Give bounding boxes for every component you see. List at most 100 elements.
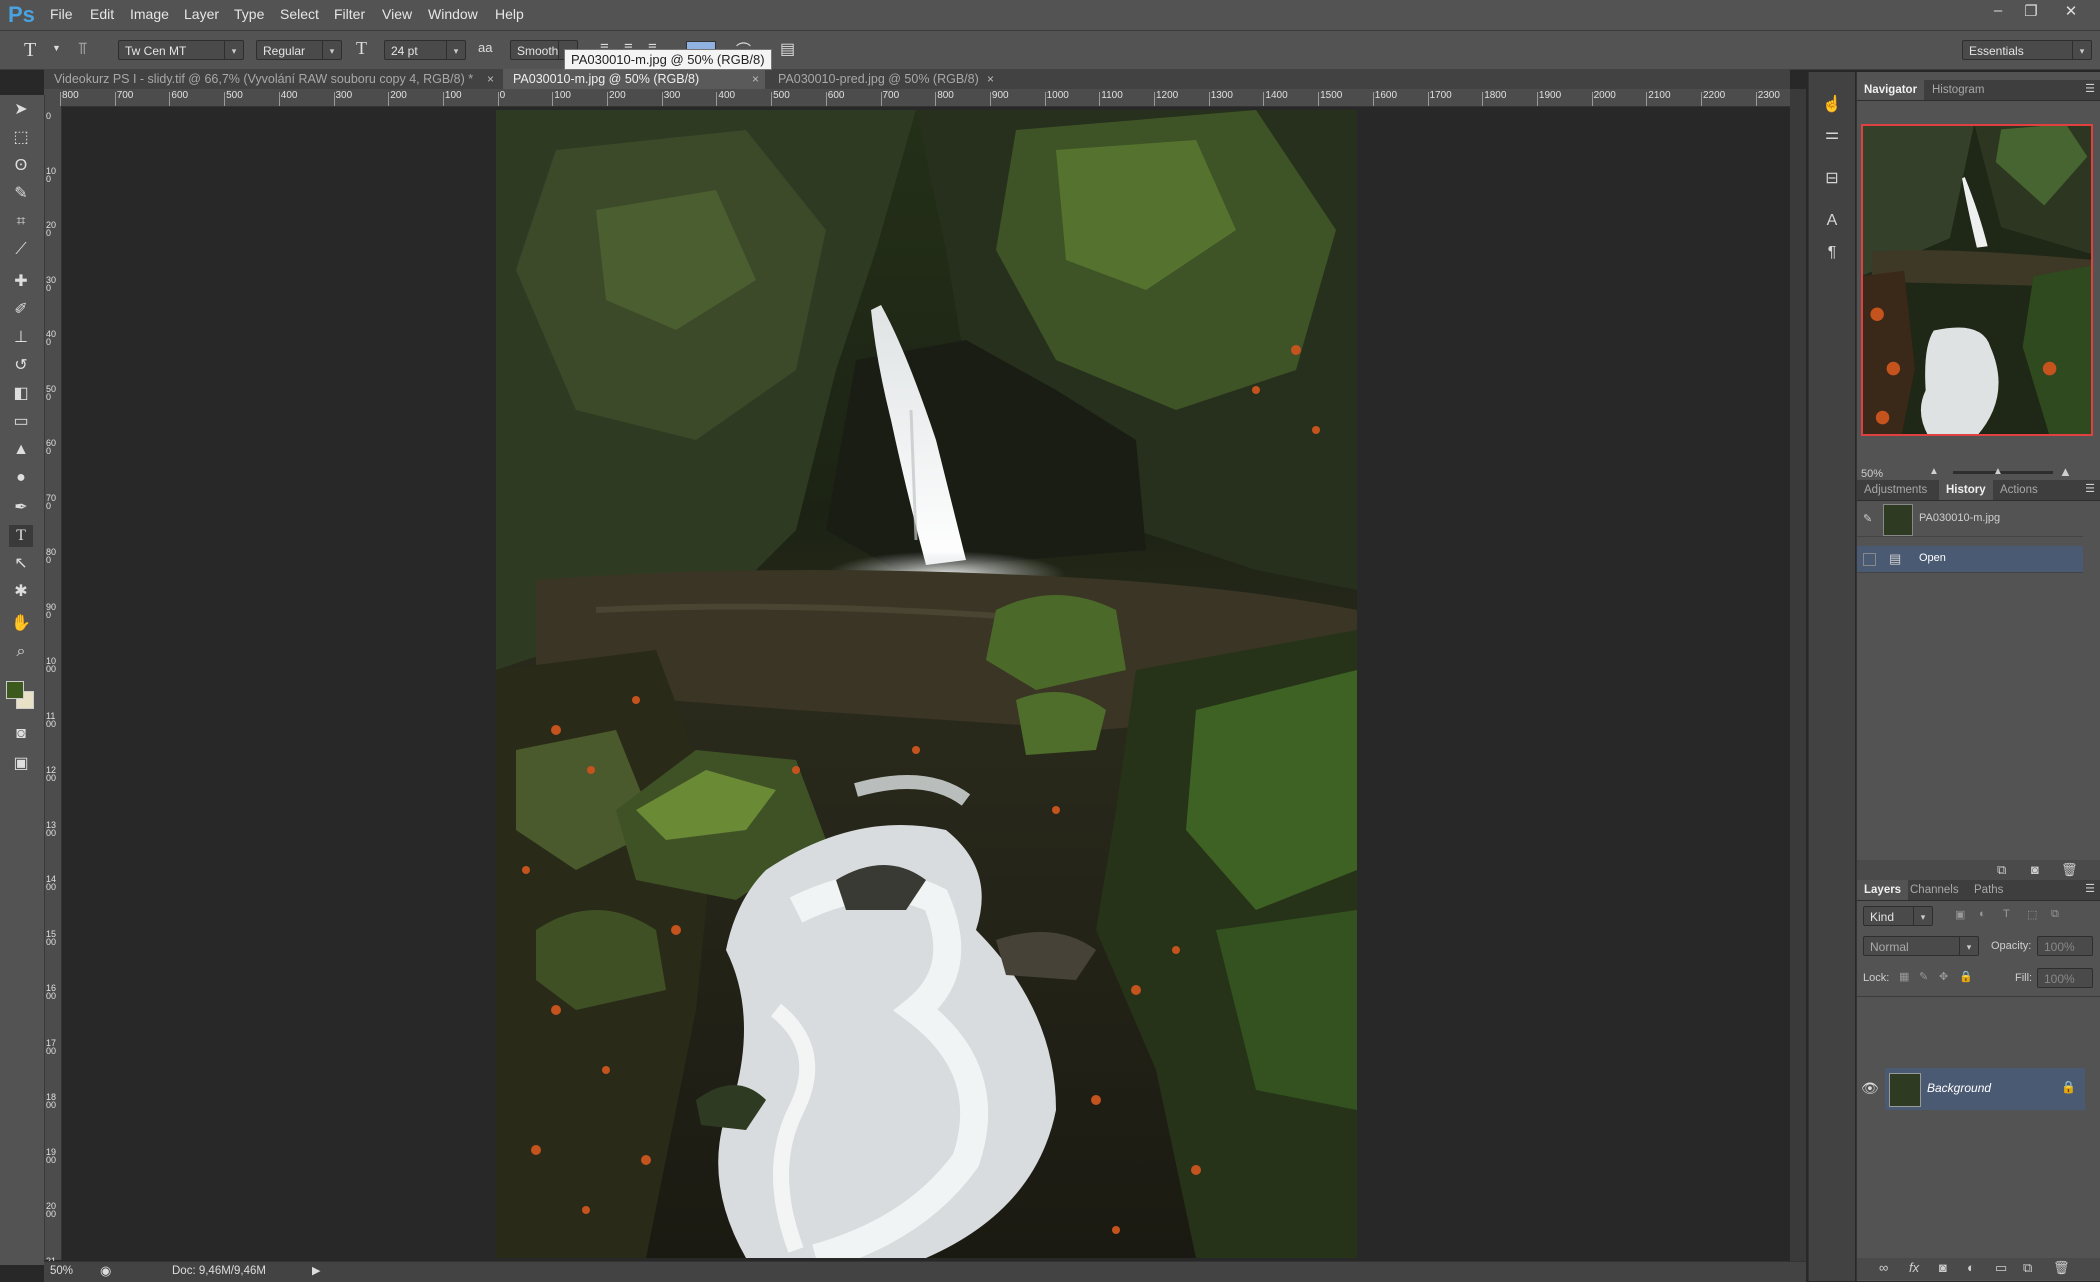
zoom-in-icon[interactable]: ▲ xyxy=(2059,464,2072,479)
fill-input[interactable]: 100% xyxy=(2037,968,2093,988)
clone-stamp-tool-icon[interactable]: ⊥ xyxy=(9,327,33,349)
tab-histogram[interactable]: Histogram xyxy=(1925,80,1991,100)
link-layers-icon[interactable]: ∞ xyxy=(1879,1260,1888,1275)
filter-pixel-icon[interactable]: ▣ xyxy=(1955,908,1965,921)
font-size-select[interactable]: 24 pt ▾ xyxy=(384,40,466,60)
hand-tool-icon[interactable]: ✋ xyxy=(9,613,33,635)
panel-menu-icon[interactable]: ☰ xyxy=(2085,882,2095,895)
menu-help[interactable]: Help xyxy=(495,6,524,22)
history-state-open[interactable]: ▤ Open xyxy=(1857,546,2083,573)
crop-tool-icon[interactable]: ⌗ xyxy=(9,211,33,233)
eyedropper-tool-icon[interactable]: ⟋ xyxy=(9,239,33,261)
layer-name[interactable]: Background xyxy=(1927,1081,1991,1095)
type-tool-icon[interactable]: T xyxy=(9,525,33,547)
healing-brush-tool-icon[interactable]: ✚ xyxy=(9,271,33,293)
eye-visibility-icon[interactable]: 👁 xyxy=(1861,1080,1879,1097)
brush-tool-icon[interactable]: ✐ xyxy=(9,299,33,321)
eraser-tool-icon[interactable]: ◧ xyxy=(9,383,33,405)
chevron-down-icon[interactable]: ▼ xyxy=(52,43,61,53)
close-window-button[interactable]: ✕ xyxy=(2058,2,2084,22)
tab-history[interactable]: History xyxy=(1939,480,1993,500)
character-panel-toggle-icon[interactable]: ▤ xyxy=(780,39,795,59)
navigator-zoom-slider[interactable] xyxy=(1953,471,2053,474)
panel-menu-icon[interactable]: ☰ xyxy=(2085,482,2095,495)
marquee-tool-icon[interactable]: ⬚ xyxy=(9,127,33,149)
history-snapshot-row[interactable]: ✎ PA030010-m.jpg xyxy=(1857,502,2083,537)
tab-channels[interactable]: Channels xyxy=(1903,880,1966,900)
blur-tool-icon[interactable]: ▲ xyxy=(9,439,33,461)
close-icon[interactable]: × xyxy=(752,69,759,89)
pen-tool-icon[interactable]: ✒ xyxy=(9,497,33,519)
menu-edit[interactable]: Edit xyxy=(90,6,114,22)
tab-paths[interactable]: Paths xyxy=(1967,880,2010,900)
type-tool-preset-icon[interactable]: T xyxy=(24,39,36,62)
navigator-view-box[interactable] xyxy=(1861,124,2093,436)
new-document-from-state-icon[interactable]: ⧉ xyxy=(1997,862,2006,878)
vertical-scrollbar[interactable] xyxy=(1790,89,1806,1261)
tab-adjustments[interactable]: Adjustments xyxy=(1857,480,1934,500)
new-layer-icon[interactable]: ⧉ xyxy=(2023,1260,2032,1276)
close-icon[interactable]: × xyxy=(987,69,994,89)
panel-menu-icon[interactable]: ☰ xyxy=(2085,82,2095,95)
history-brush-tool-icon[interactable]: ↺ xyxy=(9,355,33,377)
menu-window[interactable]: Window xyxy=(428,6,478,22)
lock-image-icon[interactable]: ✎ xyxy=(1919,970,1928,983)
text-orientation-icon[interactable]: ⫪ xyxy=(78,39,88,59)
dodge-tool-icon[interactable]: ● xyxy=(9,467,33,489)
paragraph-panel-icon[interactable]: ¶ xyxy=(1821,244,1843,266)
quick-mask-icon[interactable]: ◙ xyxy=(9,723,33,745)
history-checkbox[interactable] xyxy=(1863,553,1876,566)
history-brush-source-icon[interactable]: ✎ xyxy=(1863,512,1872,525)
gradient-tool-icon[interactable]: ▭ xyxy=(9,411,33,433)
layer-style-icon[interactable]: fx xyxy=(1909,1260,1919,1275)
zoom-tool-icon[interactable]: ⌕ xyxy=(9,641,33,663)
layer-filter-kind[interactable]: Kind ▾ xyxy=(1863,906,1933,926)
tab-layers[interactable]: Layers xyxy=(1857,880,1909,900)
blend-mode-select[interactable]: Normal ▾ xyxy=(1863,936,1979,956)
shape-tool-icon[interactable]: ✱ xyxy=(9,581,33,603)
menu-file[interactable]: File xyxy=(50,6,73,22)
tool-presets-icon[interactable]: ☝ xyxy=(1821,94,1843,116)
tab-videokurz[interactable]: Videokurz PS I - slidy.tif @ 66,7% (Vyvo… xyxy=(44,69,500,89)
restore-button[interactable]: ❐ xyxy=(2018,2,2044,22)
quick-selection-tool-icon[interactable]: ✎ xyxy=(9,183,33,205)
foreground-color-swatch[interactable] xyxy=(6,681,24,699)
filter-shape-icon[interactable]: ⬚ xyxy=(2027,908,2037,921)
menu-filter[interactable]: Filter xyxy=(334,6,365,22)
status-menu-arrow-icon[interactable]: ▶ xyxy=(312,1264,320,1277)
new-group-icon[interactable]: ▭ xyxy=(1995,1260,2007,1276)
close-icon[interactable]: × xyxy=(487,69,494,89)
layer-row-background[interactable]: 👁 Background 🔒 xyxy=(1861,1068,2085,1110)
lock-transparency-icon[interactable]: ▦ xyxy=(1899,970,1909,983)
menu-image[interactable]: Image xyxy=(130,6,169,22)
filter-type-icon[interactable]: T xyxy=(2003,908,2010,920)
minimize-button[interactable]: – xyxy=(1985,2,2011,22)
path-selection-tool-icon[interactable]: ↖ xyxy=(9,553,33,575)
status-info-icon[interactable]: ◉ xyxy=(100,1263,111,1279)
add-mask-icon[interactable]: ◙ xyxy=(1939,1260,1947,1275)
trash-icon[interactable]: 🗑 xyxy=(2061,862,2078,878)
zoom-slider-thumb-icon[interactable]: ▲ xyxy=(1993,466,2003,477)
tab-navigator[interactable]: Navigator xyxy=(1857,80,1925,100)
navigator-zoom-value[interactable]: 50% xyxy=(1861,468,1883,480)
navigator-thumbnail[interactable] xyxy=(1861,124,2093,436)
adjustment-layer-icon[interactable]: ◐ xyxy=(1967,1260,1975,1275)
filter-adjustment-icon[interactable]: ◐ xyxy=(1979,908,1986,920)
lock-all-icon[interactable]: 🔒 xyxy=(1959,970,1973,983)
lasso-tool-icon[interactable]: ʘ xyxy=(9,155,33,177)
lock-position-icon[interactable]: ✥ xyxy=(1939,970,1948,983)
align-panel-icon[interactable]: ⊟ xyxy=(1821,168,1843,190)
delete-layer-icon[interactable]: 🗑 xyxy=(2053,1260,2070,1276)
tab-actions[interactable]: Actions xyxy=(1993,480,2045,500)
font-style-select[interactable]: Regular ▾ xyxy=(256,40,342,60)
screen-mode-icon[interactable]: ▣ xyxy=(9,753,33,775)
tab-pa030010-m[interactable]: PA030010-m.jpg @ 50% (RGB/8) × xyxy=(503,69,765,89)
tab-pa030010-pred[interactable]: PA030010-pred.jpg @ 50% (RGB/8) × xyxy=(768,69,1000,89)
menu-type[interactable]: Type xyxy=(234,6,264,22)
opacity-input[interactable]: 100% xyxy=(2037,936,2093,956)
menu-layer[interactable]: Layer xyxy=(184,6,219,22)
brush-presets-icon[interactable]: ⚌ xyxy=(1821,124,1843,146)
status-zoom[interactable]: 50% xyxy=(50,1265,73,1277)
move-tool-icon[interactable]: ➤ xyxy=(9,99,33,121)
new-snapshot-icon[interactable]: ◙ xyxy=(2031,862,2039,877)
